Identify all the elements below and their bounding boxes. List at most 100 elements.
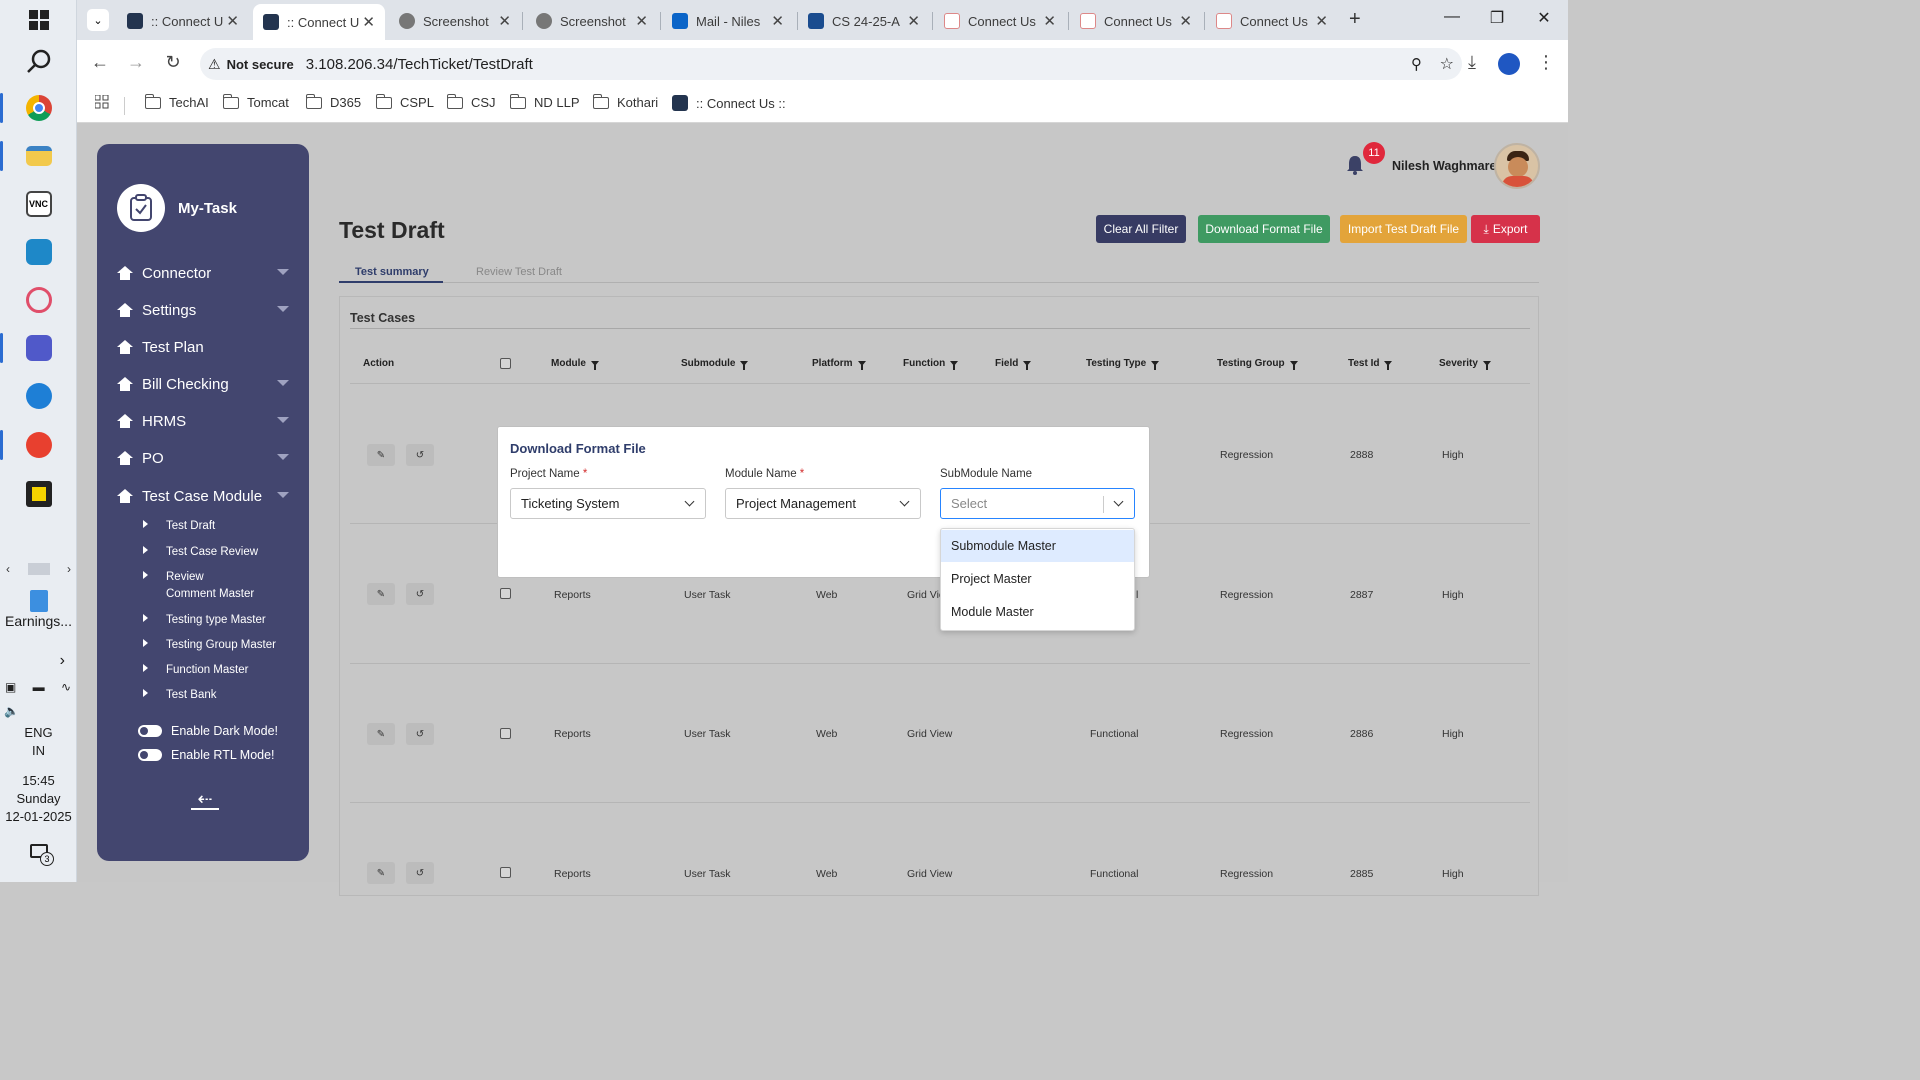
sidebar-subitem-test-case-review[interactable]: Test Case Review [143,544,295,561]
bookmark-link[interactable]: :: Connect Us :: [672,95,786,111]
column-header-platform[interactable]: Platform [812,358,866,370]
dropdown-option-module-master[interactable]: Module Master [941,596,1134,628]
security-badge[interactable]: ⚠ Not secure [208,56,294,73]
new-tab-plus-icon[interactable]: + [1349,8,1361,31]
close-icon[interactable]: ✕ [498,12,511,30]
sidebar-subitem-function-master[interactable]: Function Master [143,662,295,679]
column-header-severity[interactable]: Severity [1439,358,1491,370]
close-icon[interactable]: ✕ [226,12,239,30]
edit-icon[interactable]: ✎ [367,444,395,466]
close-icon[interactable]: ✕ [1043,12,1056,30]
close-window-icon[interactable]: ✕ [1524,8,1564,28]
volume-icon[interactable]: 🔈 [4,704,19,718]
wifi-icon[interactable]: ∿ [61,680,71,694]
export-button[interactable]: ⤓ Export [1471,215,1540,243]
import-test-draft-button[interactable]: Import Test Draft File [1340,215,1467,243]
chevron-right-icon[interactable]: › [0,652,77,670]
submodule-name-select[interactable]: Select [940,488,1135,519]
history-icon[interactable]: ↺ [406,723,434,745]
bookmark-star-icon[interactable]: ☆ [1440,54,1454,74]
language-line2[interactable]: IN [0,743,77,758]
column-header-field[interactable]: Field [995,358,1032,370]
meet-taskbar-button[interactable] [0,232,77,272]
bookmark-folder[interactable]: CSPL [375,93,434,110]
sidebar-subitem-test-bank[interactable]: Test Bank [143,687,295,704]
filter-icon[interactable] [950,361,959,370]
snipping-taskbar-button[interactable] [0,280,77,320]
zoom-icon[interactable]: ⚲ [1411,55,1422,73]
tray-device-icon[interactable]: ▣ [5,680,16,694]
row-checkbox[interactable] [500,588,511,599]
bookmark-folder[interactable]: D365 [305,93,361,110]
dropdown-option-project-master[interactable]: Project Master [941,563,1134,595]
taskbar-search-button[interactable] [0,42,77,82]
clock-day[interactable]: Sunday [0,791,77,806]
sidebar-item-test-case-module[interactable]: Test Case Module [117,484,289,508]
taskbar-scroll[interactable]: ‹ › [0,560,77,578]
chrome-taskbar-button[interactable] [0,88,77,128]
sidebar-item-hrms[interactable]: HRMS [117,409,289,433]
filter-icon[interactable] [740,361,749,370]
project-name-select[interactable]: Ticketing System [510,488,706,519]
phone-taskbar-button[interactable] [0,376,77,416]
app-logo[interactable] [117,184,165,232]
bookmark-folder[interactable]: CSJ [446,93,496,110]
file-explorer-taskbar-button[interactable] [0,136,77,176]
language-line1[interactable]: ENG [0,725,77,740]
user-name[interactable]: Nilesh Waghmare [1392,159,1496,173]
close-icon[interactable]: ✕ [362,13,375,31]
forward-arrow-icon[interactable]: → [123,52,149,73]
bookmark-folder[interactable]: Tomcat [222,93,289,110]
sidebar-subitem-review-comment-master[interactable]: Review Comment Master [143,569,255,603]
browser-tab-2-active[interactable]: :: Connect U ✕ [253,4,385,40]
notification-badge[interactable]: 11 [1363,142,1385,164]
column-header-function[interactable]: Function [903,358,959,370]
history-icon[interactable]: ↺ [406,862,434,884]
dropdown-option-submodule-master[interactable]: Submodule Master [941,530,1134,562]
bookmark-folder[interactable]: TechAI [144,93,209,110]
sidebar-item-po[interactable]: PO [117,446,289,470]
address-bar[interactable]: ⚠ Not secure 3.108.206.34/TechTicket/Tes… [200,48,1462,80]
download-icon[interactable]: ⤓ [1459,52,1485,73]
windows-start-button[interactable] [0,0,77,40]
close-icon[interactable]: ✕ [1315,12,1328,30]
close-icon[interactable]: ✕ [907,12,920,30]
sidebar-subitem-test-draft[interactable]: Test Draft [143,518,295,535]
battery-icon[interactable]: ▬ [33,680,45,694]
clock-time[interactable]: 15:45 [0,773,77,788]
filter-icon[interactable] [1289,361,1298,370]
download-format-file-button[interactable]: Download Format File [1198,215,1330,243]
url-text[interactable]: 3.108.206.34/TechTicket/TestDraft [306,56,533,73]
browser-tab-9[interactable]: Connect Us ✕ [1206,6,1338,36]
filter-icon[interactable] [1384,361,1393,370]
sidebar-subitem-testing-type-master[interactable]: Testing type Master [143,612,295,629]
scroll-thumb[interactable] [27,563,50,575]
teams-taskbar-button[interactable] [0,328,77,368]
clock-date[interactable]: 12-01-2025 [0,809,77,824]
module-name-select[interactable]: Project Management [725,488,921,519]
column-header-testing-type[interactable]: Testing Type [1086,358,1160,370]
back-arrow-icon[interactable]: ← [87,52,113,73]
browser-tab-3[interactable]: Screenshot ✕ [389,6,521,36]
sidebar-item-settings[interactable]: Settings [117,298,289,322]
sticky-notes-taskbar-button[interactable] [0,474,77,514]
bell-icon[interactable] [1344,154,1366,176]
wps-taskbar-button[interactable] [0,425,77,465]
tab-review-test-draft[interactable]: Review Test Draft [476,266,562,278]
column-header-test-id[interactable]: Test Id [1348,358,1393,370]
vnc-taskbar-button[interactable]: VNC [0,184,77,224]
column-header-submodule[interactable]: Submodule [681,358,749,370]
bookmark-folder[interactable]: Kothari [592,93,658,110]
filter-icon[interactable] [1151,361,1160,370]
rtl-mode-toggle[interactable] [138,749,162,761]
browser-tab-5[interactable]: Mail - Niles ✕ [662,6,794,36]
sidebar-subitem-testing-group-master[interactable]: Testing Group Master [143,637,295,654]
sidebar-item-bill-checking[interactable]: Bill Checking [117,372,289,396]
edit-icon[interactable]: ✎ [367,583,395,605]
edit-icon[interactable]: ✎ [367,723,395,745]
collapse-sidebar-icon[interactable]: ⇠ [191,790,219,810]
earnings-widget[interactable] [0,588,77,614]
browser-tab-6[interactable]: CS 24-25-A ✕ [798,6,930,36]
filter-icon[interactable] [591,361,599,370]
tab-search-chevron-icon[interactable]: ⌄ [87,9,109,31]
